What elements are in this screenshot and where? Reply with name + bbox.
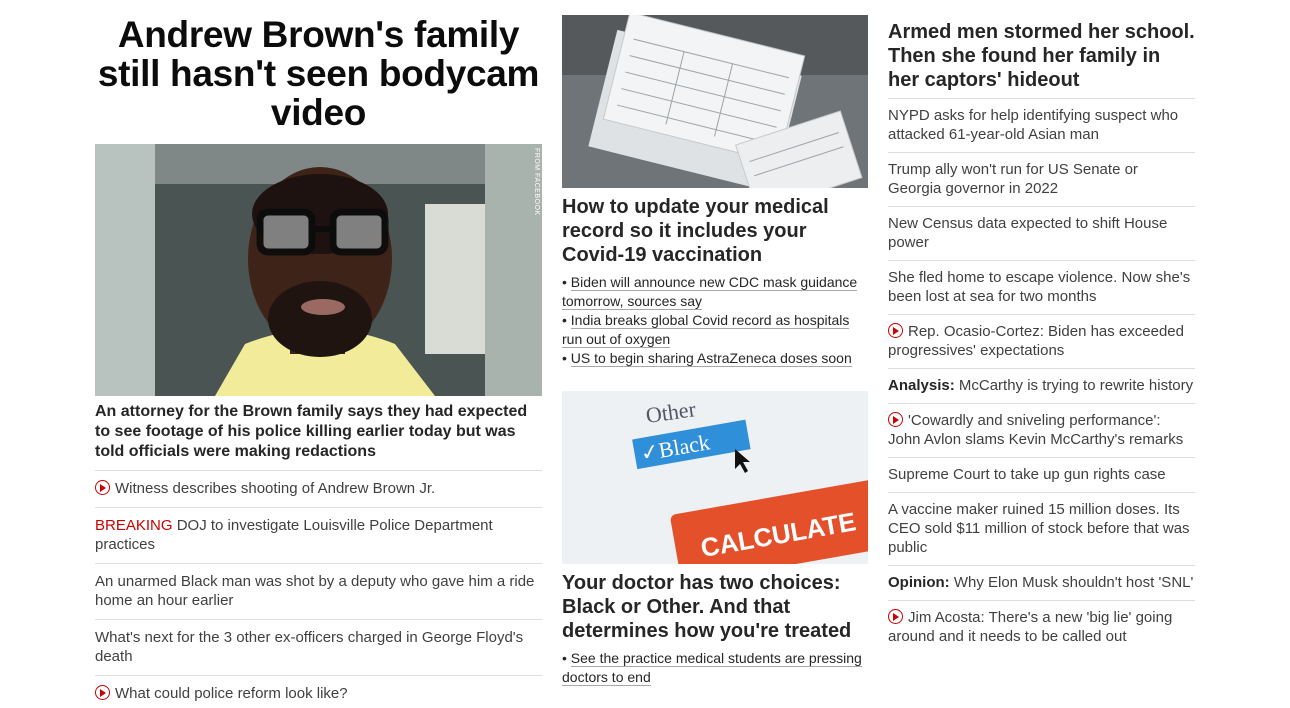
vaccination-card-image[interactable] [562, 15, 868, 188]
list-item[interactable]: Analysis: McCarthy is trying to rewrite … [888, 369, 1195, 404]
hero-headline[interactable]: Andrew Brown's family still hasn't seen … [95, 15, 542, 132]
list-item-text: What could police reform look like? [115, 685, 348, 702]
list-item-text: Supreme Court to take up gun rights case [888, 466, 1166, 483]
bullet-link[interactable]: • Biden will announce new CDC mask guida… [562, 273, 868, 311]
list-item-text: Rep. Ocasio-Cortez: Biden has exceeded p… [888, 323, 1184, 359]
bullet-link-text[interactable]: Biden will announce new CDC mask guidanc… [562, 274, 858, 310]
bullet-link[interactable]: • India breaks global Covid record as ho… [562, 311, 868, 349]
list-item[interactable]: Trump ally won't run for US Senate or Ge… [888, 153, 1195, 207]
bullet-link[interactable]: • See the practice medical students are … [562, 649, 868, 687]
list-item-text: Jim Acosta: There's a new 'big lie' goin… [888, 609, 1173, 645]
list-item[interactable]: 'Cowardly and sniveling performance': Jo… [888, 404, 1195, 458]
bullet-link-text[interactable]: India breaks global Covid record as hosp… [562, 312, 850, 348]
list-item[interactable]: NYPD asks for help identifying suspect w… [888, 99, 1195, 153]
bullet-link[interactable]: • US to begin sharing AstraZeneca doses … [562, 349, 868, 368]
list-item-text: What's next for the 3 other ex-officers … [95, 629, 524, 665]
doctor-choices-headline[interactable]: Your doctor has two choices: Black or Ot… [562, 571, 868, 643]
list-item[interactable]: BREAKING DOJ to investigate Louisville P… [95, 508, 542, 564]
calculator-screen-photo: Other ✓Black CALCULATE [562, 391, 868, 564]
list-item-text: Trump ally won't run for US Senate or Ge… [888, 161, 1138, 197]
list-item[interactable]: What's next for the 3 other ex-officers … [95, 620, 542, 676]
play-video-icon [95, 685, 110, 700]
bullet-link-text[interactable]: US to begin sharing AstraZeneca doses so… [570, 350, 852, 367]
list-item-text: A vaccine maker ruined 15 million doses.… [888, 501, 1190, 556]
vaccine-cards-photo [562, 15, 868, 188]
list-item[interactable]: Jim Acosta: There's a new 'big lie' goin… [888, 601, 1195, 654]
list-item-text: An unarmed Black man was shot by a deput… [95, 573, 535, 609]
middle-column: How to update your medical record so it … [562, 15, 868, 687]
play-video-icon [888, 412, 903, 427]
list-item[interactable]: A vaccine maker ruined 15 million doses.… [888, 493, 1195, 566]
list-item[interactable]: An unarmed Black man was shot by a deput… [95, 564, 542, 620]
breaking-label: BREAKING [95, 517, 173, 534]
man-in-car-photo [95, 144, 542, 396]
list-item[interactable]: New Census data expected to shift House … [888, 207, 1195, 261]
list-item-text: NYPD asks for help identifying suspect w… [888, 107, 1179, 143]
play-video-icon [95, 480, 110, 495]
list-item[interactable]: Opinion: Why Elon Musk shouldn't host 'S… [888, 566, 1195, 601]
list-item[interactable]: Witness describes shooting of Andrew Bro… [95, 471, 542, 508]
opinion-label: Opinion: [888, 574, 950, 591]
play-video-icon [888, 609, 903, 624]
left-story-list: Witness describes shooting of Andrew Bro… [95, 471, 542, 708]
section-headline[interactable]: Armed men stormed her school. Then she f… [888, 20, 1195, 99]
play-video-icon [888, 323, 903, 338]
list-item-text: 'Cowardly and sniveling performance': Jo… [888, 412, 1184, 448]
related-links: • See the practice medical students are … [562, 649, 868, 687]
list-item[interactable]: Supreme Court to take up gun rights case [888, 458, 1195, 493]
hero-subheadline[interactable]: An attorney for the Brown family says th… [95, 402, 542, 471]
image-credit: FROM FACEBOOK [533, 148, 540, 216]
bullet-link-text[interactable]: See the practice medical students are pr… [562, 650, 862, 686]
list-item-text: Witness describes shooting of Andrew Bro… [115, 480, 436, 497]
right-column: Armed men stormed her school. Then she f… [888, 20, 1195, 654]
related-links: • Biden will announce new CDC mask guida… [562, 273, 868, 368]
list-item[interactable]: She fled home to escape violence. Now sh… [888, 261, 1195, 315]
left-column: Andrew Brown's family still hasn't seen … [95, 15, 542, 708]
hero-image[interactable]: FROM FACEBOOK [95, 144, 542, 396]
medical-record-headline[interactable]: How to update your medical record so it … [562, 195, 868, 267]
list-item[interactable]: Rep. Ocasio-Cortez: Biden has exceeded p… [888, 315, 1195, 369]
list-item-text: She fled home to escape violence. Now sh… [888, 269, 1191, 305]
list-item-text: McCarthy is trying to rewrite history [954, 377, 1194, 394]
calculate-image[interactable]: Other ✓Black CALCULATE [562, 391, 868, 564]
right-story-list: NYPD asks for help identifying suspect w… [888, 99, 1195, 654]
list-item-text: New Census data expected to shift House … [888, 215, 1168, 251]
list-item[interactable]: What could police reform look like? [95, 676, 542, 708]
list-item-text: Why Elon Musk shouldn't host 'SNL' [949, 574, 1194, 591]
analysis-label: Analysis: [888, 377, 955, 394]
